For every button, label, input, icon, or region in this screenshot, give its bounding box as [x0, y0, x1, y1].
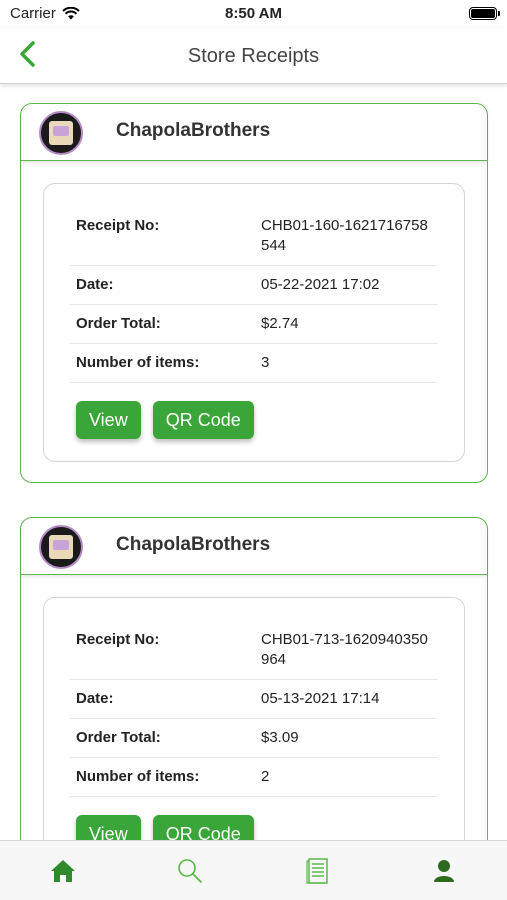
status-time: 8:50 AM: [225, 5, 282, 22]
status-bar: Carrier 8:50 AM: [0, 0, 507, 28]
order-total-label: Order Total:: [76, 729, 161, 746]
page-title: Store Receipts: [187, 45, 320, 67]
view-button[interactable]: View: [76, 401, 141, 439]
receipt-number-row: Receipt No: CHB01-713-1620940350964: [70, 614, 438, 680]
qr-code-button[interactable]: QR Code: [152, 401, 254, 439]
tab-bar: [0, 840, 507, 900]
receipt-number-label: Receipt No:: [76, 631, 160, 648]
profile-icon: [433, 859, 454, 882]
view-button[interactable]: View: [76, 815, 141, 840]
tab-search[interactable]: [127, 841, 254, 900]
date-value: 05-13-2021 17:14: [261, 690, 380, 707]
order-total-row: Order Total: $3.09: [70, 719, 438, 758]
order-total-value: $2.74: [261, 315, 299, 332]
store-name: ChapolaBrothers: [116, 534, 271, 555]
receipt-number-value: CHB01-160-1621716758544: [261, 217, 428, 254]
receipt-details: Receipt No: CHB01-160-1621716758544 Date…: [43, 183, 465, 462]
tab-profile[interactable]: [380, 841, 507, 900]
tab-receipts[interactable]: [254, 841, 381, 900]
order-total-value: $3.09: [261, 729, 299, 746]
card-header: ChapolaBrothers: [21, 104, 487, 161]
home-icon: [51, 859, 76, 882]
item-count-value: 3: [261, 354, 270, 371]
search-icon: [178, 858, 203, 883]
receipts-icon: [306, 857, 328, 884]
date-label: Date:: [76, 276, 114, 293]
receipt-number-row: Receipt No: CHB01-160-1621716758544: [70, 200, 438, 266]
tab-home[interactable]: [0, 841, 127, 900]
battery-icon: [469, 7, 500, 20]
date-value: 05-22-2021 17:02: [261, 276, 380, 293]
store-logo-avatar: [39, 111, 83, 155]
receipt-number-label: Receipt No:: [76, 217, 160, 234]
receipt-number-value: CHB01-713-1620940350964: [261, 631, 428, 668]
receipt-card: ChapolaBrothers Receipt No: CHB01-160-16…: [20, 103, 488, 483]
qr-code-button[interactable]: QR Code: [152, 815, 254, 840]
receipt-actions: View QR Code: [76, 815, 438, 840]
receipt-details: Receipt No: CHB01-713-1620940350964 Date…: [43, 597, 465, 840]
date-label: Date:: [76, 690, 114, 707]
item-count-label: Number of items:: [76, 354, 200, 371]
receipt-actions: View QR Code: [76, 401, 438, 439]
order-total-row: Order Total: $2.74: [70, 305, 438, 344]
item-count-value: 2: [261, 768, 270, 785]
date-row: Date: 05-13-2021 17:14: [70, 680, 438, 719]
navigation-bar: Store Receipts: [0, 28, 507, 84]
receipts-list[interactable]: ChapolaBrothers Receipt No: CHB01-160-16…: [0, 85, 507, 840]
item-count-label: Number of items:: [76, 768, 200, 785]
card-header: ChapolaBrothers: [21, 518, 487, 575]
date-row: Date: 05-22-2021 17:02: [70, 266, 438, 305]
store-name: ChapolaBrothers: [116, 120, 271, 141]
item-count-row: Number of items: 3: [70, 344, 438, 383]
item-count-row: Number of items: 2: [70, 758, 438, 797]
receipt-card: ChapolaBrothers Receipt No: CHB01-713-16…: [20, 517, 488, 840]
store-logo-avatar: [39, 525, 83, 569]
order-total-label: Order Total:: [76, 315, 161, 332]
